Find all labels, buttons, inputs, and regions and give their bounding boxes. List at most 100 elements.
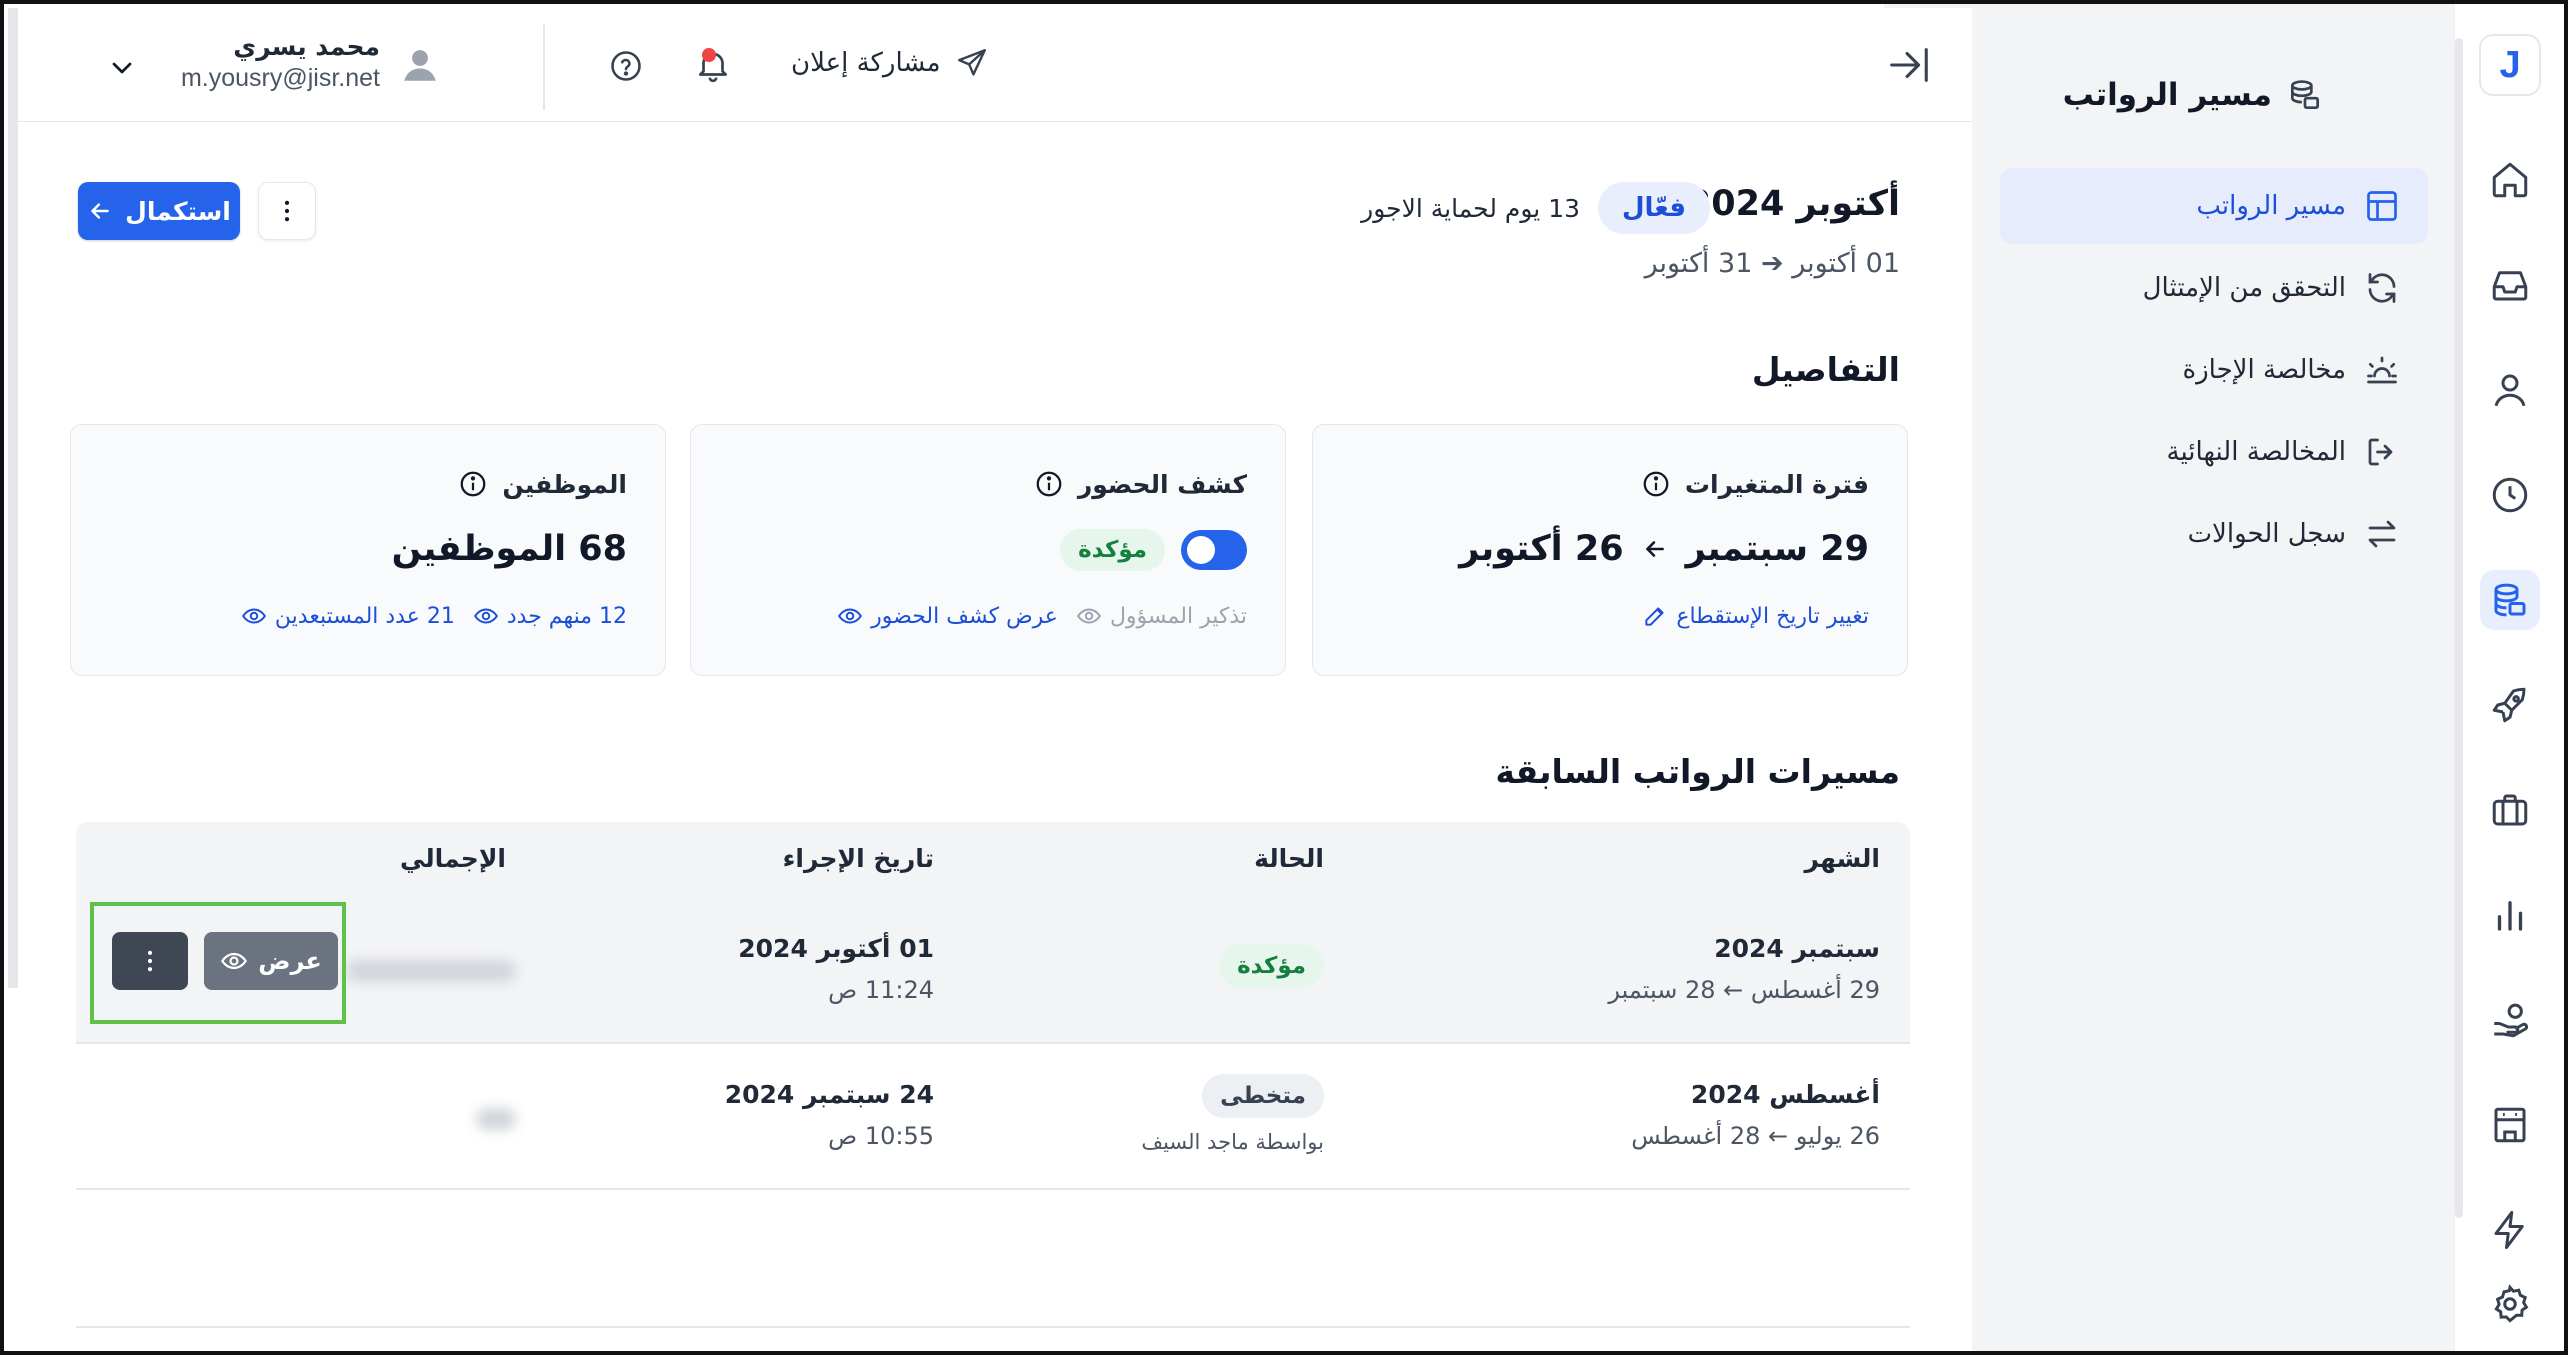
sidebar-item-label: سجل الحوالات <box>2187 519 2346 549</box>
attendance-toggle[interactable] <box>1181 530 1247 570</box>
row-range: 29 أغسطس ← 28 سبتمبر <box>1608 976 1880 1004</box>
user-email: m.yousry@jisr.net <box>180 64 380 92</box>
refresh-icon <box>2368 273 2396 303</box>
share-announcement-button[interactable]: مشاركة إعلان <box>791 46 989 80</box>
employees-card: الموظفين 68 الموظفين 12 منهم جدد 21 عدد … <box>70 424 666 676</box>
range-from: 29 أغسطس <box>1750 976 1880 1004</box>
icon-rail: J <box>2454 4 2564 1351</box>
page-scrollbar[interactable] <box>8 8 18 988</box>
avatar-icon[interactable] <box>399 44 441 86</box>
hand-coin-icon[interactable] <box>2480 990 2540 1050</box>
card-title-text: الموظفين <box>502 469 627 499</box>
eye-icon <box>221 952 248 970</box>
remind-admin-link[interactable]: تذكير المسؤول <box>1076 603 1247 629</box>
eye-icon <box>1076 608 1101 624</box>
settings-icon[interactable] <box>2480 1274 2540 1334</box>
inbox-icon[interactable] <box>2480 255 2540 315</box>
range-to: 28 سبتمبر <box>1608 976 1716 1004</box>
more-options-button[interactable] <box>258 182 316 240</box>
info-icon[interactable] <box>1034 469 1064 499</box>
help-icon[interactable] <box>608 48 644 84</box>
range-from: 26 يوليو <box>1795 1122 1880 1150</box>
dots-vertical-icon <box>284 200 290 222</box>
link-label: تغيير تاريخ الإستقطاع <box>1676 603 1869 629</box>
eye-icon <box>473 608 498 624</box>
confirmed-badge: مؤكدة <box>1060 529 1165 571</box>
dots-vertical-icon <box>147 950 153 972</box>
sidebar-item-compliance[interactable]: التحقق من الإمتثال <box>2000 250 2428 326</box>
sidebar-item-payroll[interactable]: مسير الرواتب <box>2000 168 2428 244</box>
row-options-button[interactable] <box>112 932 188 990</box>
status-note: بواسطة ماجد السيف <box>1141 1130 1324 1154</box>
row-month: أغسطس 2024 <box>1690 1080 1880 1109</box>
complete-label: استكمال <box>125 196 231 226</box>
send-icon <box>957 49 986 76</box>
arrow-left-icon: ← <box>1760 1122 1789 1150</box>
coins-icon <box>2290 80 2320 110</box>
view-button[interactable]: عرض <box>204 932 338 990</box>
info-icon[interactable] <box>458 469 488 499</box>
sidebar-item-leave-settlement[interactable]: مخالصة الإجازة <box>2000 332 2428 408</box>
card-title-text: كشف الحضور <box>1077 469 1247 499</box>
view-attendance-link[interactable]: عرض كشف الحضور <box>837 603 1058 629</box>
sunset-icon <box>2367 356 2397 384</box>
range-to: 28 أغسطس <box>1631 1122 1761 1150</box>
table-row[interactable]: سبتمبر 2024 29 أغسطس ← 28 سبتمبر مؤكدة 0… <box>76 898 1910 1044</box>
column-total: الإجمالي <box>399 844 506 873</box>
wage-protection-note: 13 يوم لحماية الاجور <box>1361 194 1580 223</box>
variables-range: 29 سبتمبر 26 أكتوبر <box>1459 529 1869 569</box>
pencil-icon <box>1645 607 1664 626</box>
row-date: 24 سبتمبر 2024 <box>724 1080 934 1109</box>
chevron-down-icon[interactable] <box>106 52 138 84</box>
transfer-icon <box>2368 520 2396 548</box>
rail-scrollbar[interactable] <box>2455 38 2463 1218</box>
eye-icon <box>241 608 266 624</box>
coins-icon[interactable] <box>2480 570 2540 630</box>
row-time: 11:24 ص <box>828 976 934 1004</box>
link-label: تذكير المسؤول <box>1109 603 1247 629</box>
sidebar-title: مسير الرواتب <box>2063 76 2324 114</box>
row-time: 10:55 ص <box>828 1122 934 1150</box>
chart-icon[interactable] <box>2480 885 2540 945</box>
range-to: 26 أكتوبر <box>1459 529 1624 569</box>
user-name: محمد يسري <box>233 32 380 61</box>
card-title: كشف الحضور <box>1034 469 1247 499</box>
change-deduction-date-link[interactable]: تغيير تاريخ الإستقطاع <box>1642 603 1869 629</box>
status-badge: فعّال <box>1597 182 1710 234</box>
info-icon[interactable] <box>1641 469 1671 499</box>
view-label: عرض <box>258 947 322 975</box>
range-from: 29 سبتمبر <box>1685 529 1869 569</box>
card-links: تغيير تاريخ الإستقطاع <box>1642 603 1869 629</box>
arrow-left-icon <box>1645 541 1664 557</box>
jisr-logo[interactable]: J <box>2479 34 2541 96</box>
table-row[interactable]: أغسطس 2024 26 يوليو ← 28 أغسطس متخطى بوا… <box>76 1044 1910 1190</box>
eye-icon <box>838 608 863 624</box>
rocket-icon[interactable] <box>2480 675 2540 735</box>
sidebar-item-label: مخالصة الإجازة <box>2182 355 2346 385</box>
user-icon[interactable] <box>2480 360 2540 420</box>
column-status: الحالة <box>1254 844 1324 873</box>
clock-icon[interactable] <box>2480 465 2540 525</box>
period-range: 01 أكتوبر ➔ 31 أكتوبر <box>1645 248 1900 279</box>
new-employees-link[interactable]: 12 منهم جدد <box>473 603 627 629</box>
complete-button[interactable]: استكمال <box>78 182 240 240</box>
briefcase-icon[interactable] <box>2480 780 2540 840</box>
main-content: أكتوبر 2024 فعّال 13 يوم لحماية الاجور 0… <box>18 122 1972 1351</box>
divider <box>76 1326 1910 1328</box>
sidebar-item-label: التحقق من الإمتثال <box>2142 273 2346 303</box>
bolt-icon[interactable] <box>2480 1200 2540 1260</box>
payroll-history-table: الشهر الحالة تاريخ الإجراء الإجمالي سبتم… <box>76 822 1910 1190</box>
total-value-hidden <box>346 960 516 982</box>
home-icon[interactable] <box>2480 150 2540 210</box>
attendance-status-row: مؤكدة <box>1060 529 1247 571</box>
share-label: مشاركة إعلان <box>791 48 941 78</box>
table-header: الشهر الحالة تاريخ الإجراء الإجمالي <box>76 822 1910 898</box>
building-icon[interactable] <box>2480 1095 2540 1155</box>
card-title: الموظفين <box>458 469 627 499</box>
excluded-employees-link[interactable]: 21 عدد المستبعدين <box>241 603 455 629</box>
card-links: 12 منهم جدد 21 عدد المستبعدين <box>241 603 627 629</box>
details-title: التفاصيل <box>1751 350 1900 389</box>
sidebar-item-final-settlement[interactable]: المخالصة النهائية <box>2000 414 2428 490</box>
collapse-sidebar-icon[interactable] <box>1886 42 1932 88</box>
sidebar-item-transfers[interactable]: سجل الحوالات <box>2000 496 2428 572</box>
